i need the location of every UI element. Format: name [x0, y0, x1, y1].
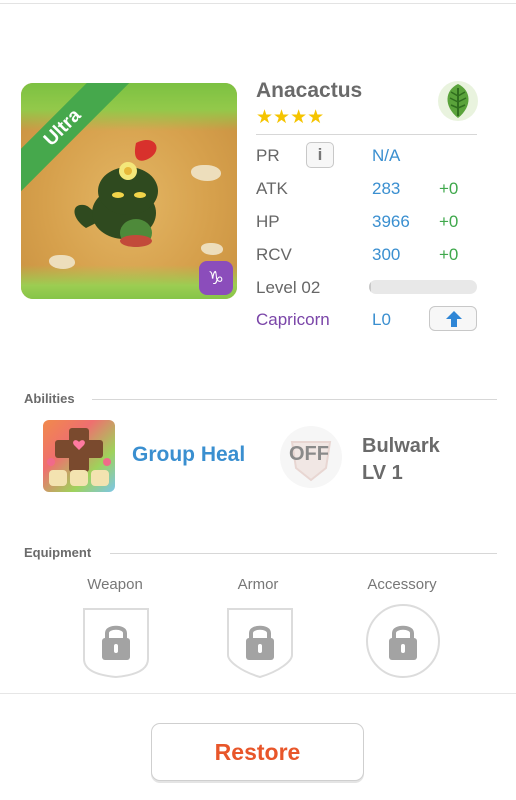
accessory-slot[interactable] — [365, 603, 441, 679]
monster-sprite — [74, 140, 158, 247]
armor-slot[interactable] — [222, 603, 298, 679]
zodiac-badge: ♑ — [199, 261, 233, 295]
group-heal-ability-name[interactable]: Group Heal — [132, 443, 245, 467]
weapon-label: Weapon — [87, 576, 143, 593]
equipment-heading: Equipment — [24, 545, 92, 560]
atk-value: 283 — [372, 179, 401, 198]
hp-label: HP — [256, 212, 280, 231]
stats-divider — [256, 134, 477, 135]
bulwark-ability-name: Bulwark LV 1 — [362, 433, 440, 487]
group-heal-ability-icon[interactable] — [43, 420, 115, 492]
rcv-bonus: +0 — [439, 245, 459, 264]
atk-label: ATK — [256, 179, 288, 198]
monster-portrait[interactable]: Ultra ♑ — [21, 83, 237, 299]
info-icon: i — [317, 145, 323, 164]
bulwark-level-line: LV 1 — [362, 462, 403, 484]
zodiac-sign-level: L0 — [372, 310, 391, 329]
rcv-label: RCV — [256, 245, 292, 264]
atk-bonus: +0 — [439, 179, 459, 198]
portrait-rock — [201, 243, 223, 255]
pr-value: N/A — [372, 146, 401, 165]
monster-name: Anacactus — [256, 79, 363, 102]
ability-off-label: OFF — [289, 443, 329, 465]
portrait-rock — [191, 165, 221, 181]
pr-label: PR — [256, 146, 280, 165]
zodiac-sign-label[interactable]: Capricorn — [256, 310, 330, 330]
star-rating: ★★★★ — [256, 107, 325, 128]
accessory-label: Accessory — [367, 576, 437, 593]
level-progress-bar — [369, 280, 477, 294]
abilities-heading: Abilities — [24, 391, 75, 406]
info-button[interactable]: i — [306, 142, 334, 168]
footer-divider — [0, 693, 516, 694]
leaf-icon — [438, 81, 478, 121]
heal-cross-icon — [47, 428, 111, 486]
level-progress-fill — [369, 280, 372, 294]
abilities-divider — [92, 399, 497, 400]
arrow-up-icon — [446, 311, 462, 327]
armor-label: Armor — [237, 576, 279, 593]
level-label: Level 02 — [256, 278, 321, 297]
restore-button[interactable]: Restore — [151, 723, 364, 781]
zodiac-upgrade-button[interactable] — [429, 306, 477, 331]
bulwark-name-line: Bulwark — [362, 435, 440, 457]
weapon-slot[interactable] — [78, 603, 154, 679]
top-divider — [0, 3, 516, 4]
hp-value: 3966 — [372, 212, 410, 231]
hp-bonus: +0 — [439, 212, 459, 231]
rcv-value: 300 — [372, 245, 401, 264]
equipment-divider — [110, 553, 497, 554]
